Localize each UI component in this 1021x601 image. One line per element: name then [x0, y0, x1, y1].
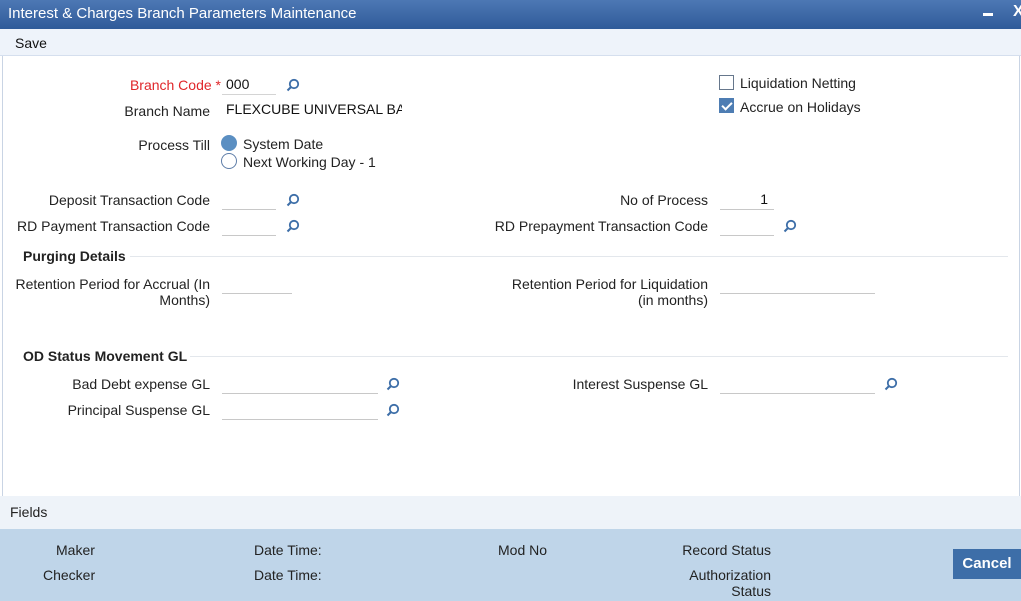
- record-status-label: Record Status: [682, 542, 771, 558]
- branch-code-input[interactable]: [222, 73, 276, 95]
- close-icon[interactable]: X: [1013, 3, 1021, 21]
- od-status-separator: [190, 356, 1008, 357]
- retention-liquidation-label: Retention Period for Liquidation (in mont…: [511, 276, 708, 308]
- radio-next-working-day[interactable]: [221, 153, 237, 169]
- rd-payment-txn-code-label: RD Payment Transaction Code: [17, 218, 210, 234]
- purging-separator: [130, 256, 1008, 257]
- save-button[interactable]: Save: [15, 35, 47, 51]
- branch-code-label: Branch Code *: [129, 77, 221, 93]
- principal-suspense-gl-search-icon[interactable]: [386, 403, 400, 417]
- maker-date-time-label: Date Time:: [254, 542, 322, 558]
- branch-name-input[interactable]: [222, 98, 406, 120]
- od-status-heading: OD Status Movement GL: [23, 348, 188, 364]
- rd-prepayment-txn-code-search-icon[interactable]: [783, 219, 797, 233]
- deposit-txn-code-input[interactable]: [222, 188, 276, 210]
- deposit-txn-code-label: Deposit Transaction Code: [48, 192, 210, 208]
- window-title: Interest & Charges Branch Parameters Mai…: [8, 5, 357, 22]
- window-titlebar: Interest & Charges Branch Parameters Mai…: [0, 0, 1021, 29]
- radio-system-date[interactable]: [221, 135, 237, 151]
- retention-liquidation-input[interactable]: [720, 272, 875, 294]
- radio-next-working-day-label: Next Working Day - 1: [243, 154, 376, 170]
- no-of-process-input[interactable]: [720, 188, 774, 210]
- bad-debt-gl-input[interactable]: [222, 372, 378, 394]
- fields-button[interactable]: Fields: [10, 504, 47, 520]
- authorization-status-label: Authorization Status: [689, 567, 771, 599]
- bad-debt-gl-search-icon[interactable]: [386, 377, 400, 391]
- accrue-on-holidays-label: Accrue on Holidays: [740, 99, 861, 115]
- process-till-label: Process Till: [138, 137, 210, 153]
- principal-suspense-gl-input[interactable]: [222, 398, 378, 420]
- rd-prepayment-txn-code-label: RD Prepayment Transaction Code: [494, 218, 708, 234]
- retention-accrual-input[interactable]: [222, 272, 292, 294]
- branch-name-label: Branch Name: [124, 103, 210, 119]
- interest-suspense-gl-input[interactable]: [720, 372, 875, 394]
- deposit-txn-code-search-icon[interactable]: [286, 193, 300, 207]
- liquidation-netting-label: Liquidation Netting: [740, 75, 856, 91]
- rd-payment-txn-code-search-icon[interactable]: [286, 219, 300, 233]
- checker-date-time-label: Date Time:: [254, 567, 322, 583]
- mod-no-label: Mod No: [498, 542, 548, 558]
- bad-debt-gl-label: Bad Debt expense GL: [72, 376, 210, 392]
- interest-suspense-gl-search-icon[interactable]: [884, 377, 898, 391]
- rd-prepayment-txn-code-input[interactable]: [720, 214, 774, 236]
- no-of-process-label: No of Process: [620, 192, 708, 208]
- interest-suspense-gl-label: Interest Suspense GL: [572, 376, 708, 392]
- fields-bar: Fields: [0, 496, 1021, 529]
- accrue-on-holidays-checkbox[interactable]: [719, 98, 734, 113]
- audit-footer: Maker Checker Date Time: Date Time: Mod …: [0, 529, 1021, 601]
- cancel-button[interactable]: Cancel: [953, 549, 1021, 579]
- rd-payment-txn-code-input[interactable]: [222, 214, 276, 236]
- radio-system-date-label: System Date: [243, 136, 324, 152]
- principal-suspense-gl-label: Principal Suspense GL: [67, 402, 210, 418]
- purging-details-heading: Purging Details: [23, 248, 126, 264]
- checker-label: Checker: [43, 567, 96, 583]
- retention-accrual-label: Retention Period for Accrual (In Months): [15, 276, 210, 308]
- minimize-icon[interactable]: [983, 13, 993, 16]
- liquidation-netting-checkbox[interactable]: [719, 75, 734, 90]
- toolbar: Save: [0, 29, 1021, 56]
- maker-label: Maker: [56, 542, 95, 558]
- branch-code-search-icon[interactable]: [286, 78, 300, 92]
